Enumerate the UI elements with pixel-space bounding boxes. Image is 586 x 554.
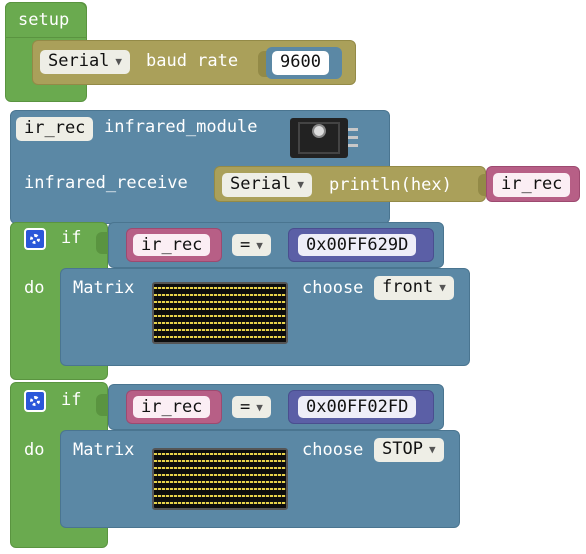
matrix-label: Matrix — [73, 440, 135, 460]
compare-operator-label: = — [240, 235, 251, 255]
baud-rate-label: baud rate — [146, 51, 239, 71]
compare-lhs-field[interactable]: ir_rec — [133, 234, 211, 256]
infrared-module-label: infrared_module — [104, 117, 258, 137]
setup-label: setup — [18, 10, 70, 30]
choose-label: choose — [302, 278, 364, 298]
do-label: do — [24, 278, 45, 298]
compare-rhs-field[interactable]: 0x00FF629D — [298, 234, 417, 256]
ir-sensor-image — [290, 118, 348, 158]
compare-lhs-field[interactable]: ir_rec — [133, 396, 211, 418]
ir-sensor-pin — [348, 136, 358, 139]
choose-value: STOP — [382, 439, 423, 459]
led-matrix-image — [152, 448, 288, 510]
serial-dropdown[interactable]: Serial ▼ — [40, 50, 131, 74]
dropdown-arrow-icon: ▼ — [439, 281, 446, 294]
ir-sensor-pcb — [298, 122, 340, 154]
compare-operator-dropdown[interactable]: = ▼ — [232, 396, 271, 418]
gear-icon[interactable] — [24, 390, 46, 412]
led-matrix-image — [152, 282, 288, 344]
dropdown-arrow-icon: ▼ — [256, 239, 263, 252]
ir-sensor-pin — [348, 144, 358, 147]
infrared-receive-label: infrared_receive — [24, 173, 188, 193]
if-label: if — [61, 228, 82, 248]
dropdown-arrow-icon: ▼ — [115, 55, 123, 68]
ir-rec-variable-field[interactable]: ir_rec — [16, 117, 94, 141]
choose-label: choose — [302, 440, 364, 460]
matrix-label: Matrix — [73, 278, 135, 298]
condition-socket — [96, 394, 108, 416]
dropdown-arrow-icon: ▼ — [428, 443, 436, 456]
println-serial-label: Serial — [230, 174, 292, 194]
condition-socket — [96, 232, 108, 254]
choose-value: front — [382, 277, 434, 297]
ir-sensor-pin — [348, 128, 358, 131]
println-serial-dropdown[interactable]: Serial ▼ — [222, 173, 313, 197]
compare-rhs-field[interactable]: 0x00FF02FD — [298, 396, 417, 418]
if-label: if — [61, 390, 82, 410]
compare-operator-dropdown[interactable]: = ▼ — [232, 234, 271, 256]
dropdown-arrow-icon: ▼ — [256, 401, 263, 414]
dropdown-arrow-icon: ▼ — [297, 178, 305, 191]
serial-dropdown-label: Serial — [48, 51, 110, 71]
choose-dropdown[interactable]: STOP ▼ — [374, 438, 444, 462]
gear-icon[interactable] — [24, 228, 46, 250]
baud-value-input[interactable]: 9600 — [272, 51, 329, 75]
println-arg-field[interactable]: ir_rec — [493, 173, 571, 197]
choose-dropdown[interactable]: front ▼ — [374, 276, 454, 300]
println-hex-label: println(hex) — [329, 175, 452, 195]
do-label: do — [24, 440, 45, 460]
compare-operator-label: = — [240, 397, 251, 417]
